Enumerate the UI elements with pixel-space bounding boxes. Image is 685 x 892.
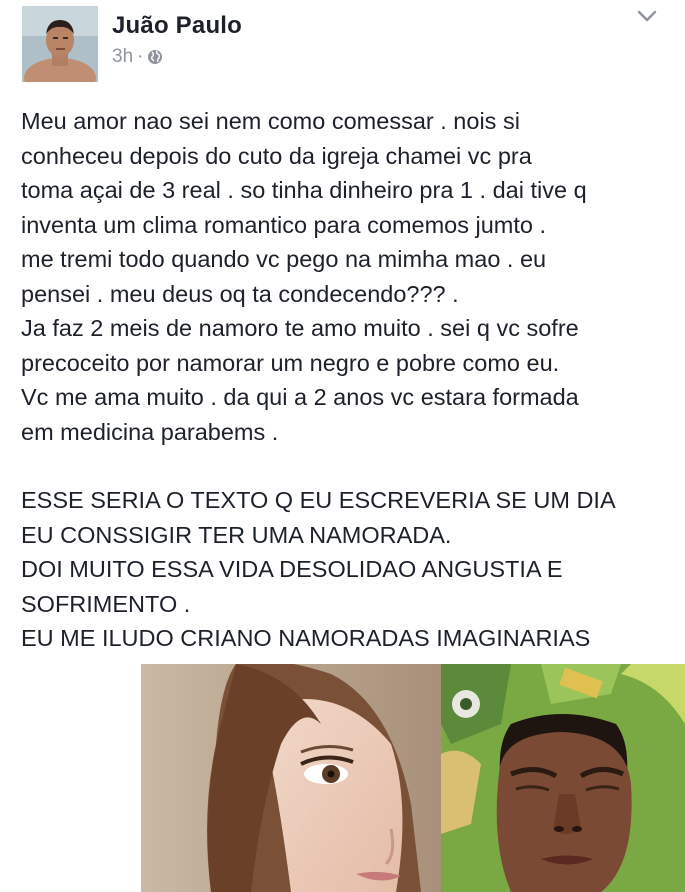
post-meta: 3h · — [112, 46, 163, 68]
avatar[interactable] — [22, 6, 98, 82]
post-line: conheceu depois do cuto da igreja chamei… — [21, 142, 532, 169]
post-line: inventa um clima romantico para comemos … — [21, 211, 547, 238]
post-line: DOI MUITO ESSA VIDA DESOLIDAO ANGUSTIA E — [21, 556, 563, 582]
photo-woman-image — [141, 664, 441, 892]
chevron-down-icon[interactable] — [636, 8, 658, 24]
post-line: SOFRIMENTO . — [21, 590, 191, 617]
post-photo-man[interactable] — [441, 664, 685, 892]
post-header: Juão Paulo 3h · — [0, 0, 685, 90]
post-text: Meu amor nao sei nem como comessar . noi… — [21, 104, 671, 656]
globe-icon — [148, 50, 163, 64]
post-line: precoceito por namorar um negro e pobre … — [21, 349, 560, 376]
meta-separator: · — [137, 46, 144, 67]
post-line: Meu amor nao sei nem como comessar . noi… — [21, 108, 520, 134]
post-line: EU CONSSIGIR TER UMA NAMORADA. — [21, 521, 452, 548]
post-photo-woman[interactable] — [141, 664, 441, 892]
photo-man-image — [441, 664, 685, 892]
post-line: Vc me ama muito . da qui a 2 anos vc est… — [21, 384, 579, 410]
post-line: em medicina parabems . — [21, 418, 279, 445]
post-line: ESSE SERIA O TEXTO Q EU ESCREVERIA SE UM… — [21, 487, 616, 513]
post-time[interactable]: 3h — [112, 46, 133, 68]
post-line: Ja faz 2 meis de namoro te amo muito . s… — [21, 315, 579, 341]
post-line: pensei . meu deus oq ta condecendo??? . — [21, 280, 459, 307]
post-line: me tremi todo quando vc pego na mimha ma… — [21, 246, 547, 272]
avatar-photo — [22, 6, 98, 82]
author-name[interactable]: Juão Paulo — [112, 12, 242, 40]
post-line: EU ME ILUDO CRIANO NAMORADAS IMAGINARIAS — [21, 625, 591, 651]
post-line: toma açai de 3 real . so tinha dinheiro … — [21, 177, 587, 203]
